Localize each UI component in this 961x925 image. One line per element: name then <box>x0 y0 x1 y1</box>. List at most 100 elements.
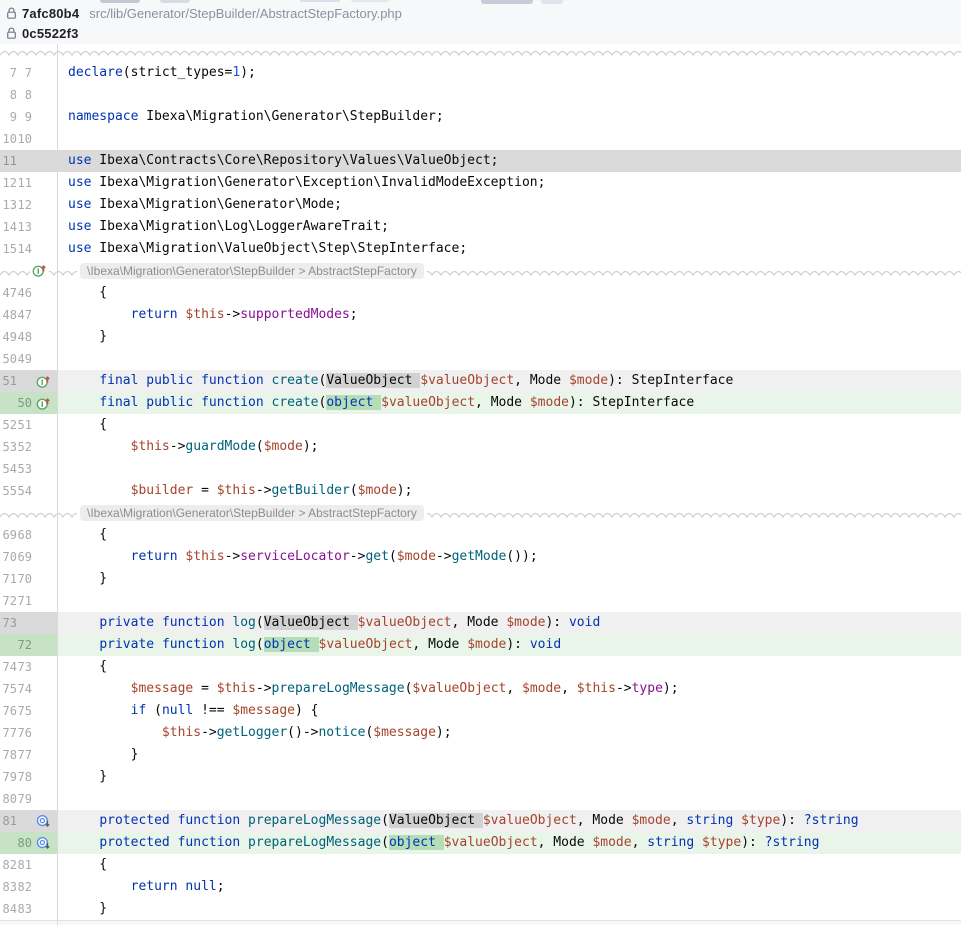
code-line[interactable]: $this->getLogger()->notice($message); <box>57 722 961 744</box>
diff-line[interactable]: 8382 return null; <box>0 876 961 898</box>
diff-editor[interactable]: 77declare(strict_types=1);8899namespace … <box>0 44 961 925</box>
diff-line[interactable]: 73 private function log(ValueObject $val… <box>0 612 961 634</box>
diff-line[interactable]: 1413use Ibexa\Migration\Log\LoggerAwareT… <box>0 216 961 238</box>
diff-line[interactable]: 7069 return $this->serviceLocator->get($… <box>0 546 961 568</box>
code-token <box>240 813 248 828</box>
code-line[interactable]: declare(strict_types=1); <box>57 62 961 84</box>
code-line[interactable] <box>57 348 961 370</box>
code-line[interactable]: } <box>57 326 961 348</box>
code-line[interactable]: private function log(ValueObject $valueO… <box>57 612 961 634</box>
code-line[interactable]: $builder = $this->getBuilder($mode); <box>57 480 961 502</box>
overridden-method-gutter-icon[interactable] <box>32 810 55 832</box>
diff-line[interactable]: 5049 <box>0 348 961 370</box>
diff-line[interactable]: 11use Ibexa\Contracts\Core\Repository\Va… <box>0 150 961 172</box>
line-gutter: 5049 <box>0 348 57 370</box>
code-line[interactable]: { <box>57 524 961 546</box>
code-line[interactable]: { <box>57 282 961 304</box>
line-number-new: 82 <box>17 876 32 898</box>
diff-line[interactable]: 5251 { <box>0 414 961 436</box>
commit-hash-old[interactable]: 7afc80b4 <box>22 6 79 21</box>
diff-line[interactable]: 72 private function log(object $valueObj… <box>0 634 961 656</box>
implemented-method-gutter-icon[interactable] <box>32 392 55 414</box>
diff-line[interactable]: 7877 } <box>0 744 961 766</box>
diff-line[interactable]: 7271 <box>0 590 961 612</box>
diff-line[interactable]: 1211use Ibexa\Migration\Generator\Except… <box>0 172 961 194</box>
code-line[interactable] <box>57 458 961 480</box>
code-line[interactable]: return null; <box>57 876 961 898</box>
code-line[interactable]: { <box>57 656 961 678</box>
code-line[interactable]: namespace Ibexa\Migration\Generator\Step… <box>57 106 961 128</box>
diff-line[interactable]: 88 <box>0 84 961 106</box>
diff-line[interactable]: 81 protected function prepareLogMessage(… <box>0 810 961 832</box>
code-line[interactable]: { <box>57 414 961 436</box>
collapsed-region-separator[interactable]: \Ibexa\Migration\Generator\StepBuilder >… <box>0 260 961 282</box>
code-line[interactable]: private function log(object $valueObject… <box>57 634 961 656</box>
diff-line[interactable]: 4847 return $this->supportedModes; <box>0 304 961 326</box>
diff-line[interactable]: 51 final public function create(ValueObj… <box>0 370 961 392</box>
code-line[interactable]: final public function create(ValueObject… <box>57 370 961 392</box>
code-token: string <box>686 813 733 828</box>
code-line[interactable]: use Ibexa\Contracts\Core\Repository\Valu… <box>57 150 961 172</box>
code-line[interactable]: return $this->serviceLocator->get($mode-… <box>57 546 961 568</box>
code-line[interactable]: $message = $this->prepareLogMessage($val… <box>57 678 961 700</box>
diff-line[interactable]: 7473 { <box>0 656 961 678</box>
diff-line[interactable]: 8281 { <box>0 854 961 876</box>
diff-line[interactable]: 5352 $this->guardMode($mode); <box>0 436 961 458</box>
code-line[interactable] <box>57 788 961 810</box>
code-line[interactable]: } <box>57 898 961 920</box>
line-number-new: 8 <box>17 84 32 106</box>
gutter-spacer <box>32 458 55 480</box>
diff-line[interactable]: 5554 $builder = $this->getBuilder($mode)… <box>0 480 961 502</box>
code-token: ): <box>506 637 529 652</box>
diff-line[interactable]: 8079 <box>0 788 961 810</box>
gutter-spacer <box>32 854 55 876</box>
diff-line[interactable]: 1312use Ibexa\Migration\Generator\Mode; <box>0 194 961 216</box>
diff-line[interactable]: 6968 { <box>0 524 961 546</box>
diff-line[interactable]: 4948 } <box>0 326 961 348</box>
code-token: use <box>68 197 91 212</box>
collapsed-region-separator[interactable]: \Ibexa\Migration\Generator\StepBuilder >… <box>0 502 961 524</box>
diff-line[interactable]: 99namespace Ibexa\Migration\Generator\St… <box>0 106 961 128</box>
overridden-method-gutter-icon[interactable] <box>32 832 55 854</box>
code-line[interactable]: } <box>57 766 961 788</box>
code-line[interactable]: } <box>57 744 961 766</box>
code-line[interactable]: } <box>57 568 961 590</box>
code-line[interactable]: use Ibexa\Migration\Log\LoggerAwareTrait… <box>57 216 961 238</box>
diff-line[interactable]: 7574 $message = $this->prepareLogMessage… <box>0 678 961 700</box>
code-line[interactable]: use Ibexa\Migration\Generator\Exception\… <box>57 172 961 194</box>
code-line[interactable]: use Ibexa\Migration\ValueObject\Step\Ste… <box>57 238 961 260</box>
code-line[interactable] <box>57 84 961 106</box>
code-line[interactable]: $this->guardMode($mode); <box>57 436 961 458</box>
implemented-method-gutter-icon[interactable] <box>32 370 55 392</box>
diff-line[interactable]: 1010 <box>0 128 961 150</box>
diff-line[interactable]: 7170 } <box>0 568 961 590</box>
code-line[interactable]: { <box>57 854 961 876</box>
diff-line[interactable]: 7675 if (null !== $message) { <box>0 700 961 722</box>
code-line[interactable]: return $this->supportedModes; <box>57 304 961 326</box>
diff-line[interactable]: 80 protected function prepareLogMessage(… <box>0 832 961 854</box>
diff-line[interactable]: 7978 } <box>0 766 961 788</box>
code-line[interactable] <box>57 590 961 612</box>
code-token: prepareLogMessage <box>272 681 405 696</box>
code-line[interactable]: protected function prepareLogMessage(obj… <box>57 832 961 854</box>
diff-line[interactable]: 77declare(strict_types=1); <box>0 62 961 84</box>
diff-line[interactable]: 5453 <box>0 458 961 480</box>
diff-line[interactable]: 1514use Ibexa\Migration\ValueObject\Step… <box>0 238 961 260</box>
diff-line[interactable]: 4746 { <box>0 282 961 304</box>
code-token: $mode <box>467 637 506 652</box>
code-line[interactable]: use Ibexa\Migration\Generator\Mode; <box>57 194 961 216</box>
diff-line[interactable]: 8483 } <box>0 898 961 920</box>
line-number-new <box>17 150 32 172</box>
implemented-method-gutter-icon[interactable] <box>32 263 47 278</box>
toolbar-remnant <box>160 0 190 3</box>
commit-hash-new[interactable]: 0c5522f3 <box>22 26 79 41</box>
code-line[interactable]: if (null !== $message) { <box>57 700 961 722</box>
line-number-old: 84 <box>2 898 17 920</box>
code-line[interactable] <box>57 128 961 150</box>
code-token: $type <box>741 813 780 828</box>
diff-line[interactable]: 50 final public function create(object $… <box>0 392 961 414</box>
code-token: $message <box>232 703 295 718</box>
code-line[interactable]: protected function prepareLogMessage(Val… <box>57 810 961 832</box>
code-line[interactable]: final public function create(object $val… <box>57 392 961 414</box>
diff-line[interactable]: 7776 $this->getLogger()->notice($message… <box>0 722 961 744</box>
